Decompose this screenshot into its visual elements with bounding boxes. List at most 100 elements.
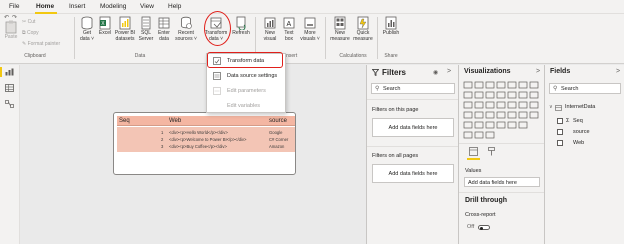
calculations-group-label: Calculations bbox=[339, 53, 367, 59]
cell-source: C# Corner bbox=[269, 137, 289, 142]
new-visual-icon bbox=[264, 17, 276, 29]
cross-report-toggle[interactable] bbox=[478, 225, 490, 230]
excel-label: Excel bbox=[98, 30, 112, 36]
text-box-label-2: box bbox=[284, 35, 294, 42]
format-painter-button[interactable]: ✎ Format painter bbox=[22, 41, 60, 47]
recent-sources-icon bbox=[181, 16, 192, 29]
more-visuals-button[interactable]: More visuals ˅ bbox=[298, 16, 322, 42]
separator bbox=[377, 17, 378, 59]
format-painter-icon: ✎ bbox=[22, 41, 27, 47]
menu-item-edit-variables[interactable]: Edit variables bbox=[207, 99, 285, 113]
table-node[interactable]: ∨ InternetData bbox=[549, 104, 621, 112]
cell-seq: 1 bbox=[161, 130, 164, 135]
table-row: 2 <div><p>Welcome to Power BI</p></div> … bbox=[117, 136, 295, 143]
format-paintbrush-icon[interactable] bbox=[487, 147, 496, 156]
menu-home[interactable]: Home bbox=[36, 3, 54, 10]
chevron-right-icon[interactable]: > bbox=[616, 68, 620, 75]
field-label: source bbox=[573, 129, 590, 135]
chevron-right-icon[interactable]: > bbox=[447, 68, 451, 75]
toggle-knob bbox=[480, 226, 483, 230]
field-row-source[interactable]: source bbox=[557, 129, 621, 137]
table-icon bbox=[555, 104, 562, 111]
fields-search-input[interactable]: ⚲ Search bbox=[549, 83, 621, 94]
quick-measure-button[interactable]: Quick measure bbox=[351, 16, 375, 42]
menu-modeling[interactable]: Modeling bbox=[100, 3, 126, 10]
filters-search-input[interactable]: ⚲ Search bbox=[371, 83, 455, 94]
edit-parameters-icon bbox=[213, 87, 221, 95]
filters-search-placeholder: Search bbox=[383, 86, 401, 92]
cut-icon: ✂ bbox=[22, 19, 27, 25]
report-icon[interactable] bbox=[5, 68, 14, 76]
field-checkbox[interactable] bbox=[557, 140, 563, 146]
cell-web: <div><p>Welcome to Power BI</p></div> bbox=[169, 137, 247, 142]
new-measure-button[interactable]: New measure bbox=[328, 16, 352, 42]
filters-all-pages-drop-well[interactable]: Add data fields here bbox=[372, 164, 454, 183]
menu-view[interactable]: View bbox=[140, 3, 154, 10]
field-row-seq[interactable]: Σ Seq bbox=[557, 118, 621, 126]
get-data-button[interactable]: Get data ˅ bbox=[78, 16, 96, 42]
cross-report-toggle-label: Off bbox=[467, 224, 475, 230]
table-icon[interactable] bbox=[5, 84, 14, 92]
refresh-button[interactable]: Refresh bbox=[230, 16, 252, 37]
menu-item-label: Edit variables bbox=[227, 103, 261, 109]
values-label: Values bbox=[465, 168, 482, 174]
chevron-right-icon[interactable]: > bbox=[536, 68, 540, 75]
powerbi-datasets-label-2: datasets bbox=[115, 35, 135, 42]
menu-item-label: Data source settings bbox=[227, 73, 278, 79]
search-icon: ⚲ bbox=[375, 86, 380, 92]
publish-button[interactable]: Publish bbox=[380, 16, 402, 37]
column-header-source[interactable]: source bbox=[269, 118, 287, 124]
cut-button[interactable]: ✂ Cut bbox=[22, 19, 35, 25]
excel-icon: X bbox=[99, 16, 111, 30]
fields-pane: Fields > ⚲ Search ∨ InternetData Σ Seq s… bbox=[544, 65, 624, 244]
copy-icon: ⧉ bbox=[22, 30, 26, 36]
filters-page-drop-well[interactable]: Add data fields here bbox=[372, 118, 454, 137]
new-visual-button[interactable]: New visual bbox=[259, 16, 281, 42]
transform-data-annotation bbox=[204, 11, 231, 46]
menu-item-label: Edit parameters bbox=[227, 88, 266, 94]
recent-sources-button[interactable]: Recent sources ˅ bbox=[174, 16, 198, 42]
excel-button[interactable]: X Excel bbox=[96, 16, 114, 37]
refresh-icon bbox=[236, 16, 246, 30]
cell-source: Google bbox=[269, 130, 283, 135]
field-row-web[interactable]: Web bbox=[557, 140, 621, 148]
field-checkbox[interactable] bbox=[557, 129, 563, 135]
publish-icon bbox=[385, 16, 397, 30]
new-visual-label-2: visual bbox=[263, 35, 277, 42]
fields-tab-icon[interactable] bbox=[469, 147, 478, 156]
text-box-button[interactable]: A Text box bbox=[280, 16, 298, 42]
model-icon[interactable] bbox=[5, 100, 14, 108]
column-header-seq[interactable]: Seq bbox=[119, 118, 130, 124]
powerbi-datasets-button[interactable]: Power BI datasets bbox=[113, 16, 137, 42]
copy-button[interactable]: ⧉ Copy bbox=[22, 30, 39, 36]
visualizations-title: Visualizations bbox=[464, 68, 511, 75]
menu-file[interactable]: File bbox=[9, 3, 19, 10]
sql-server-icon bbox=[141, 16, 151, 30]
visual-type-grid[interactable] bbox=[463, 80, 543, 140]
cell-web: <div><p>Buy Coffee</p></div> bbox=[169, 144, 227, 149]
menu-item-edit-parameters[interactable]: Edit parameters bbox=[207, 84, 285, 98]
svg-text:A: A bbox=[287, 21, 292, 28]
paste-button[interactable]: Paste bbox=[4, 20, 18, 41]
table-header: Seq Web source bbox=[117, 116, 295, 126]
table-body: 1 <div><p>Hello World</p></div> Google 2… bbox=[117, 127, 295, 152]
table-row: 3 <div><p>Buy Coffee</p></div> Amazon bbox=[117, 143, 295, 150]
enter-data-button[interactable]: Enter data bbox=[155, 16, 173, 42]
table-name: InternetData bbox=[565, 104, 596, 110]
more-visuals-label-2: visuals ˅ bbox=[300, 35, 320, 42]
more-visuals-icon bbox=[304, 17, 316, 29]
eye-icon[interactable]: ◉ bbox=[433, 69, 438, 76]
filters-on-this-page-label: Filters on this page bbox=[372, 107, 419, 113]
column-header-web[interactable]: Web bbox=[169, 118, 181, 124]
menu-insert[interactable]: Insert bbox=[69, 3, 85, 10]
menu-item-data-source-settings[interactable]: Data source settings bbox=[207, 69, 285, 83]
paste-label: Paste bbox=[4, 34, 18, 40]
field-checkbox[interactable] bbox=[557, 118, 563, 124]
filters-pane: Filters ◉ > ⚲ Search Filters on this pag… bbox=[366, 65, 459, 244]
values-drop-well[interactable]: Add data fields here bbox=[464, 177, 540, 187]
sql-server-button[interactable]: SQL Server bbox=[137, 16, 155, 42]
drill-through-title: Drill through bbox=[465, 197, 507, 204]
new-measure-icon bbox=[334, 16, 346, 30]
menu-help[interactable]: Help bbox=[168, 3, 181, 10]
table-visual[interactable]: Seq Web source 1 <div><p>Hello World</p>… bbox=[113, 112, 296, 175]
